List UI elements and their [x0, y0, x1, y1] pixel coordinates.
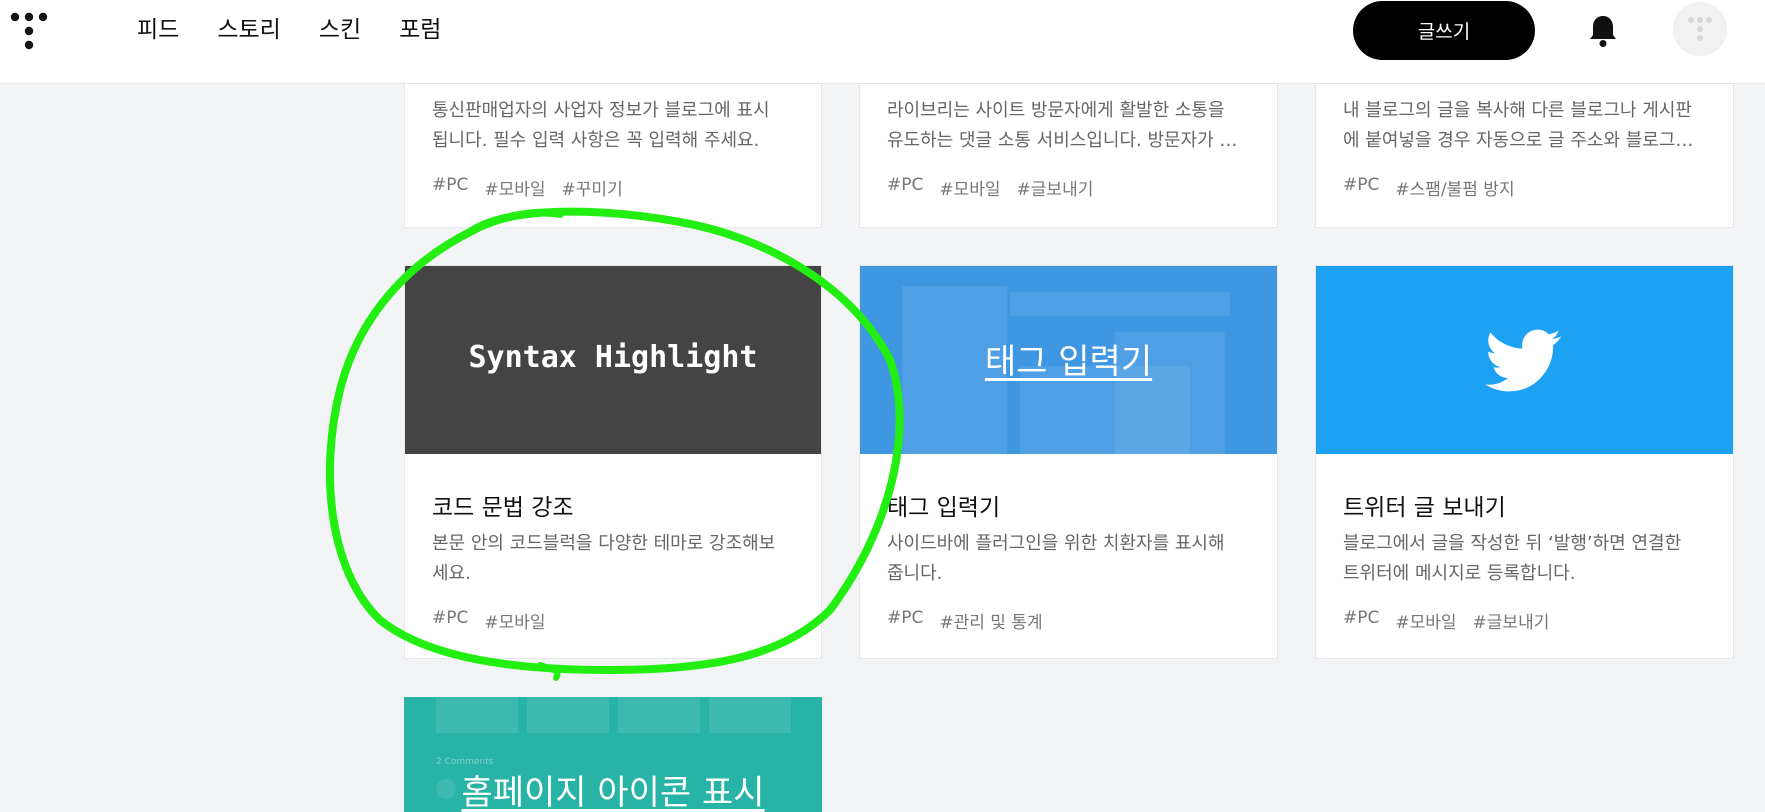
card-description: 라이브리는 사이트 방문자에게 활발한 소통을 유도하는 댓글 소통 서비스입니…: [887, 100, 1238, 151]
nav-item-skin[interactable]: 스킨: [319, 14, 361, 46]
card-tags: #PC #모바일 #꾸미기: [432, 175, 639, 200]
bell-icon[interactable]: [1588, 14, 1618, 48]
plugin-card-favicon[interactable]: 2 Comments 홈페이지 아이콘 표시: [404, 697, 822, 812]
card-tags: #PC #모바일 #글보내기: [887, 175, 1109, 200]
plugin-card-copy-protect[interactable]: 내 블로그의 글을 복사해 다른 블로그나 게시판 에 붙여넣을 경우 자동으로…: [1315, 60, 1734, 228]
card-description: 본문 안의 코드블럭을 다양한 테마로 강조해보 세요.: [432, 533, 776, 584]
tag: #PC: [887, 175, 924, 195]
tag: #스팸/불펌 방지: [1395, 180, 1515, 200]
card-description: 내 블로그의 글을 복사해 다른 블로그나 게시판 에 붙여넣을 경우 자동으로…: [1343, 100, 1694, 151]
plugin-card-livere[interactable]: 라이브리는 사이트 방문자에게 활발한 소통을 유도하는 댓글 소통 서비스입니…: [859, 60, 1278, 228]
twitter-bird-icon: [1485, 329, 1561, 392]
tag: #꾸미기: [561, 180, 623, 200]
tag: #PC: [1343, 175, 1380, 195]
tag: #글보내기: [1472, 613, 1550, 633]
tag: #글보내기: [1016, 180, 1094, 200]
plugin-card-business-info[interactable]: 통신판매업자의 사업자 정보가 블로그에 표시 됩니다. 필수 입력 사항은 꼭…: [404, 60, 822, 228]
tag: #관리 및 통계: [939, 613, 1043, 633]
card-description: 사이드바에 플러그인을 위한 치환자를 표시해 줍니다.: [887, 533, 1225, 584]
nav-item-feed[interactable]: 피드: [137, 14, 179, 46]
card-tags: #PC #모바일: [432, 608, 562, 633]
card-title: 트위터 글 보내기: [1343, 495, 1506, 521]
avatar-icon: [1688, 17, 1712, 41]
plugin-card-syntax-highlight[interactable]: Syntax Highlight 코드 문법 강조 본문 안의 코드블럭을 다양…: [404, 265, 822, 659]
tag: #모바일: [484, 613, 546, 633]
thumbnail-title: 홈페이지 아이콘 표시: [461, 773, 765, 812]
card-description: 블로그에서 글을 작성한 뒤 ‘발행’하면 연결한 트위터에 메시지로 등록합니…: [1343, 533, 1682, 584]
card-tags: #PC #스팸/불펌 방지: [1343, 175, 1531, 200]
tag: #모바일: [939, 180, 1001, 200]
card-thumbnail: [1316, 266, 1733, 454]
card-tags: #PC #관리 및 통계: [887, 608, 1059, 633]
card-description: 통신판매업자의 사업자 정보가 블로그에 표시 됩니다. 필수 입력 사항은 꼭…: [432, 100, 770, 151]
plugin-card-tag-input[interactable]: 태그 입력기 태그 입력기 사이드바에 플러그인을 위한 치환자를 표시해 줍니…: [859, 265, 1278, 659]
tag: #PC: [887, 608, 924, 628]
tag: #PC: [432, 175, 469, 195]
write-button[interactable]: 글쓰기: [1353, 1, 1535, 60]
thumbnail-title: Syntax Highlight: [468, 340, 758, 375]
card-title: 태그 입력기: [887, 495, 1001, 521]
card-title: 코드 문법 강조: [432, 495, 574, 521]
nav-item-forum[interactable]: 포럼: [399, 14, 441, 46]
card-thumbnail: Syntax Highlight: [405, 266, 821, 454]
card-thumbnail: 2 Comments 홈페이지 아이콘 표시: [404, 697, 822, 812]
tag: #모바일: [1395, 613, 1457, 633]
top-header: 피드 스토리 스킨 포럼 글쓰기: [0, 0, 1765, 84]
avatar[interactable]: [1673, 2, 1727, 56]
thumbnail-title: 태그 입력기: [984, 342, 1153, 382]
card-thumbnail: 태그 입력기: [860, 266, 1277, 454]
main-nav: 피드 스토리 스킨 포럼: [137, 14, 479, 46]
nav-item-story[interactable]: 스토리: [217, 14, 280, 46]
tag: #모바일: [484, 180, 546, 200]
tag: #PC: [432, 608, 469, 628]
tag: #PC: [1343, 608, 1380, 628]
tistory-logo-icon[interactable]: [10, 12, 48, 50]
card-tags: #PC #모바일 #글보내기: [1343, 608, 1565, 633]
plugin-card-twitter[interactable]: 트위터 글 보내기 블로그에서 글을 작성한 뒤 ‘발행’하면 연결한 트위터에…: [1315, 265, 1734, 659]
